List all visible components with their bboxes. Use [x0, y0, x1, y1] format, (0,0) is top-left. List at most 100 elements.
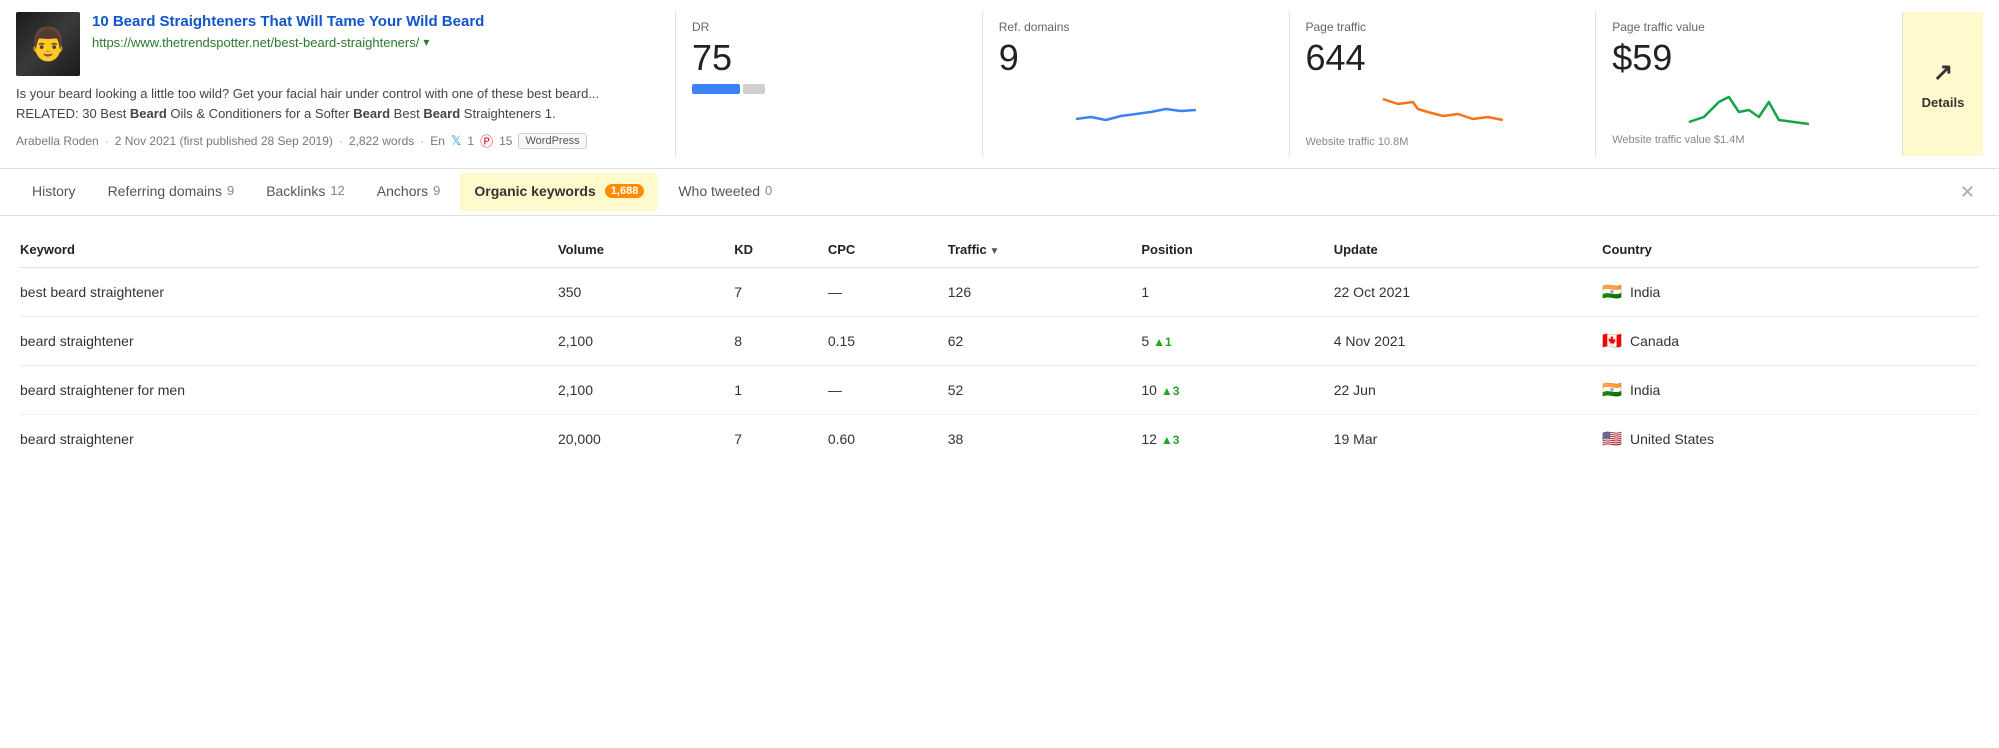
position-change-2: ▲1	[1153, 335, 1172, 349]
cell-volume-3: 2,100	[558, 365, 734, 414]
cell-volume-2: 2,100	[558, 316, 734, 365]
cell-country-2: 🇨🇦 Canada	[1602, 316, 1979, 365]
cell-kd-1: 7	[734, 267, 828, 316]
cell-kd-4: 7	[734, 414, 828, 463]
tab-anchors[interactable]: Anchors 9	[361, 169, 457, 215]
table-row: best beard straightener 350 7 — 126 1 22…	[20, 267, 1979, 316]
cell-country-3: 🇮🇳 India	[1602, 365, 1979, 414]
col-cpc: CPC	[828, 232, 948, 268]
close-button[interactable]: ✕	[1952, 175, 1983, 209]
cell-traffic-3: 52	[948, 365, 1142, 414]
tab-history[interactable]: History	[16, 169, 92, 215]
metric-ref-domains: Ref. domains 9	[983, 12, 1290, 156]
details-button[interactable]: ↗ Details	[1903, 12, 1983, 156]
country-name-1: India	[1630, 284, 1660, 300]
cell-traffic-2: 62	[948, 316, 1142, 365]
article-title-link[interactable]: 10 Beard Straighteners That Will Tame Yo…	[92, 12, 655, 32]
cell-volume-4: 20,000	[558, 414, 734, 463]
position-change-3: ▲3	[1161, 384, 1180, 398]
col-traffic[interactable]: Traffic	[948, 232, 1142, 268]
table-body: best beard straightener 350 7 — 126 1 22…	[20, 267, 1979, 463]
col-country[interactable]: Country	[1602, 232, 1979, 268]
tab-anchors-count: 9	[433, 183, 440, 198]
page-traffic-value-chart	[1612, 82, 1886, 132]
tab-referring-domains[interactable]: Referring domains 9	[92, 169, 251, 215]
page-traffic-sub: Website traffic 10.8M	[1306, 136, 1580, 148]
cell-update-1: 22 Oct 2021	[1334, 267, 1602, 316]
article-thumbnail	[16, 12, 80, 76]
tab-history-label: History	[32, 183, 76, 199]
tab-backlinks-count: 12	[330, 183, 344, 198]
tab-backlinks-label: Backlinks	[266, 183, 325, 199]
country-name-3: India	[1630, 382, 1660, 398]
cell-keyword-3: beard straightener for men	[20, 365, 558, 414]
table-row: beard straightener for men 2,100 1 — 52 …	[20, 365, 1979, 414]
country-name-2: Canada	[1630, 333, 1679, 349]
col-volume: Volume	[558, 232, 734, 268]
cell-cpc-3: —	[828, 365, 948, 414]
article-header: 10 Beard Straighteners That Will Tame Yo…	[16, 12, 655, 76]
tab-backlinks[interactable]: Backlinks 12	[250, 169, 361, 215]
tab-referring-domains-count: 9	[227, 183, 234, 198]
cell-traffic-1: 126	[948, 267, 1142, 316]
country-cell-1: 🇮🇳 India	[1602, 282, 1967, 302]
tab-organic-keywords-count: 1,688	[605, 184, 645, 198]
tab-referring-domains-label: Referring domains	[108, 183, 222, 199]
tab-organic-keywords-label: Organic keywords	[474, 183, 595, 199]
cell-position-4: 12 ▲3	[1141, 414, 1333, 463]
cell-update-2: 4 Nov 2021	[1334, 316, 1602, 365]
external-link-icon: ▾	[423, 35, 429, 49]
col-kd: KD	[734, 232, 828, 268]
country-name-4: United States	[1630, 431, 1714, 447]
cell-update-4: 19 Mar	[1334, 414, 1602, 463]
page-traffic-value-label: Page traffic value	[1612, 20, 1886, 34]
tab-anchors-label: Anchors	[377, 183, 428, 199]
table-row: beard straightener 2,100 8 0.15 62 5 ▲1 …	[20, 316, 1979, 365]
metric-page-traffic: Page traffic 644 Website traffic 10.8M	[1290, 12, 1597, 156]
col-update[interactable]: Update	[1334, 232, 1602, 268]
page-traffic-value-number: $59	[1612, 38, 1886, 78]
cell-volume-1: 350	[558, 267, 734, 316]
keywords-table: Keyword Volume KD CPC Traffic Position U…	[20, 232, 1979, 463]
flag-2: 🇨🇦	[1602, 331, 1622, 351]
table-row: beard straightener 20,000 7 0.60 38 12 ▲…	[20, 414, 1979, 463]
cell-cpc-1: —	[828, 267, 948, 316]
cell-cpc-2: 0.15	[828, 316, 948, 365]
table-header: Keyword Volume KD CPC Traffic Position U…	[20, 232, 1979, 268]
tabs-bar: History Referring domains 9 Backlinks 12…	[0, 169, 1999, 216]
page-traffic-value-sub: Website traffic value $1.4M	[1612, 134, 1886, 146]
tab-organic-keywords[interactable]: Organic keywords 1,688	[460, 173, 658, 211]
country-cell-2: 🇨🇦 Canada	[1602, 331, 1967, 351]
page-traffic-value: 644	[1306, 38, 1580, 78]
dr-bar-empty	[743, 84, 765, 94]
article-words: 2,822 words	[349, 134, 414, 148]
ref-domains-chart	[999, 84, 1273, 134]
country-cell-3: 🇮🇳 India	[1602, 380, 1967, 400]
page-traffic-chart	[1306, 84, 1580, 134]
cms-badge: WordPress	[518, 133, 586, 149]
header-row: Keyword Volume KD CPC Traffic Position U…	[20, 232, 1979, 268]
col-position[interactable]: Position	[1141, 232, 1333, 268]
col-keyword: Keyword	[20, 232, 558, 268]
meta-separator-3: ·	[420, 134, 424, 148]
article-meta: Arabella Roden · 2 Nov 2021 (first publi…	[16, 131, 655, 150]
tab-who-tweeted[interactable]: Who tweeted 0	[662, 169, 788, 215]
cell-position-1: 1	[1141, 267, 1333, 316]
article-url-link[interactable]: https://www.thetrendspotter.net/best-bea…	[92, 35, 419, 50]
cell-position-3: 10 ▲3	[1141, 365, 1333, 414]
dr-bar	[692, 84, 966, 94]
cell-kd-3: 1	[734, 365, 828, 414]
cell-position-2: 5 ▲1	[1141, 316, 1333, 365]
cell-kd-2: 8	[734, 316, 828, 365]
cell-keyword-1: best beard straightener	[20, 267, 558, 316]
cell-cpc-4: 0.60	[828, 414, 948, 463]
country-cell-4: 🇺🇸 United States	[1602, 429, 1967, 449]
article-title-block: 10 Beard Straighteners That Will Tame Yo…	[92, 12, 655, 50]
table-section: Keyword Volume KD CPC Traffic Position U…	[0, 216, 1999, 479]
article-info: 10 Beard Straighteners That Will Tame Yo…	[16, 12, 676, 156]
cell-keyword-4: beard straightener	[20, 414, 558, 463]
ref-domains-label: Ref. domains	[999, 20, 1273, 34]
dr-label: DR	[692, 20, 966, 34]
thumbnail-image	[16, 12, 80, 76]
pinterest-icon: Ⓟ	[480, 131, 493, 150]
